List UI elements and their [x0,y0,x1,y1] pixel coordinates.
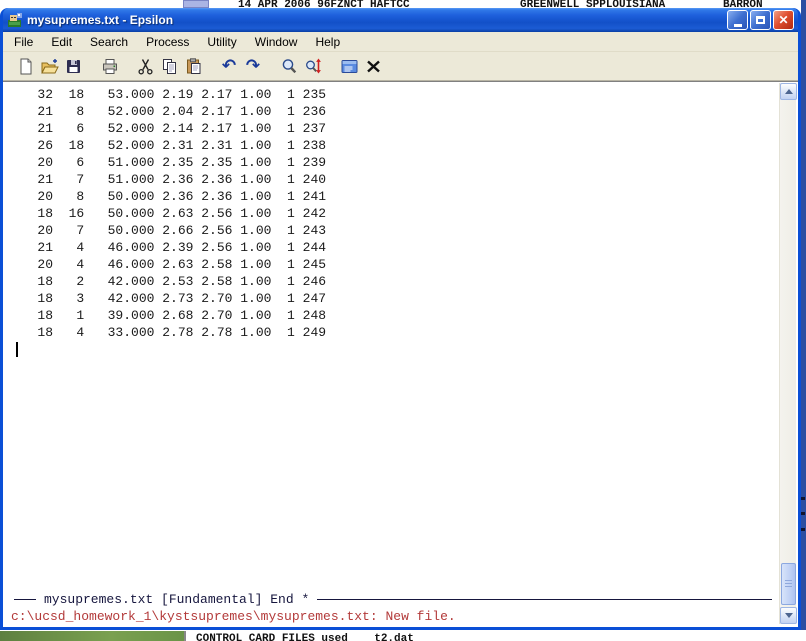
copy-button[interactable] [157,54,181,78]
close-icon: ✕ [778,13,789,27]
dialog-window-icon [341,59,357,73]
scroll-up-icon [784,89,793,94]
editor-line: 18 16 50.000 2.63 2.56 1.00 1 242 [14,206,327,221]
mode-line-rule [317,599,772,600]
background-text-fragment: GREENWELL SPPLOUISIANA [520,0,666,8]
scrollbar-thumb[interactable] [781,563,796,605]
printer-icon [102,58,117,74]
background-lavender-box [183,0,209,8]
mode-line-text: mysupremes.txt [Fundamental] End * [44,592,310,607]
scroll-up-button[interactable] [780,83,797,100]
close-button[interactable]: ✕ [773,10,794,30]
editor-line: 21 7 51.000 2.36 2.36 1.00 1 240 [14,172,327,187]
background-window-bottom-sliver: CONTROL CARD FILES used t2.dat [0,630,806,641]
window-title: mysupremes.txt - Epsilon [27,13,174,27]
menu-utility[interactable]: Utility [198,33,245,51]
editor-line: 26 18 52.000 2.31 2.31 1.00 1 238 [14,138,327,153]
print-button[interactable] [97,54,121,78]
maximize-button[interactable] [750,10,771,30]
copy-icon [162,58,176,74]
background-text-fragment: 14 APR 2006 96FZNCT HAFTCC [238,0,410,8]
menu-window[interactable]: Window [246,33,307,51]
editor-line: 18 2 42.000 2.53 2.58 1.00 1 246 [14,274,327,289]
mode-line-dash [14,599,36,600]
menu-search[interactable]: Search [81,33,137,51]
open-file-button[interactable] [37,54,61,78]
background-text-fragment: BARRON [723,0,763,8]
new-file-icon [20,58,31,74]
dialog-window-button[interactable] [337,54,361,78]
vertical-scrollbar[interactable] [779,83,797,624]
text-cursor [16,342,18,357]
desktop-wallpaper-sliver [0,631,186,641]
mode-line: mysupremes.txt [Fundamental] End * [3,591,798,608]
editor-line: 21 4 46.000 2.39 2.56 1.00 1 244 [14,240,327,255]
editor-line: 18 3 42.000 2.73 2.70 1.00 1 247 [14,291,327,306]
menu-edit[interactable]: Edit [42,33,81,51]
redo-icon: ↷ [245,55,261,76]
new-file-button[interactable] [13,54,37,78]
editor-line: 18 4 33.000 2.78 2.78 1.00 1 249 [14,325,327,340]
search-button[interactable] [277,54,301,78]
editor-line: 20 8 50.000 2.36 2.36 1.00 1 241 [14,189,327,204]
editor-client-area: 32 18 53.000 2.19 2.17 1.00 1 235 21 8 5… [3,81,798,627]
editor-line: 18 1 39.000 2.68 2.70 1.00 1 248 [14,308,327,323]
minimize-button[interactable] [727,10,748,30]
redo-button[interactable]: ↷ [241,54,265,78]
editor-line: 21 6 52.000 2.14 2.17 1.00 1 237 [14,121,327,136]
minimize-icon [733,23,742,27]
scroll-down-button[interactable] [780,607,797,624]
search-replace-icon [305,58,321,73]
search-replace-button[interactable] [301,54,325,78]
editor-line: 32 18 53.000 2.19 2.17 1.00 1 235 [14,87,327,102]
maximize-icon [756,16,765,24]
menu-help[interactable]: Help [306,33,349,51]
scroll-down-icon [784,613,793,618]
editor-line: 20 6 51.000 2.35 2.35 1.00 1 239 [14,155,327,170]
menu-process[interactable]: Process [137,33,198,51]
save-button[interactable] [61,54,85,78]
open-folder-icon [40,58,59,73]
editor-line: 21 8 52.000 2.04 2.17 1.00 1 236 [14,104,327,119]
background-window-right-sliver [801,0,806,641]
background-window-top-sliver: 14 APR 2006 96FZNCT HAFTCC GREENWELL SPP… [0,0,801,8]
epsilon-window: mysupremes.txt - Epsilon ✕ File Edit Sea… [0,8,801,630]
menubar: File Edit Search Process Utility Window … [3,32,798,52]
background-text-fragment: CONTROL CARD FILES used t2.dat [196,633,414,641]
save-floppy-icon [66,59,80,73]
editor-line: 20 7 50.000 2.66 2.56 1.00 1 243 [14,223,327,238]
epsilon-app-icon [8,13,22,27]
cut-button[interactable] [133,54,157,78]
scrollbar-grip [785,580,792,588]
editor-line: 20 4 46.000 2.63 2.58 1.00 1 245 [14,257,327,272]
paste-clipboard-icon [186,57,200,74]
scissors-icon [137,58,153,74]
paste-button[interactable] [181,54,205,78]
undo-button[interactable]: ↶ [217,54,241,78]
echo-line: c:\ucsd_homework_1\kystsupremes\mysuprem… [11,609,456,624]
delete-x-icon [366,60,380,72]
titlebar[interactable]: mysupremes.txt - Epsilon ✕ [3,8,798,32]
menu-file[interactable]: File [5,33,42,51]
delete-button[interactable] [361,54,385,78]
screen: 14 APR 2006 96FZNCT HAFTCC GREENWELL SPP… [0,0,806,641]
text-editor[interactable]: 32 18 53.000 2.19 2.17 1.00 1 235 21 8 5… [3,82,798,591]
undo-icon: ↶ [221,55,237,76]
toolbar: ↶ ↷ [3,52,798,81]
search-icon [282,58,296,73]
